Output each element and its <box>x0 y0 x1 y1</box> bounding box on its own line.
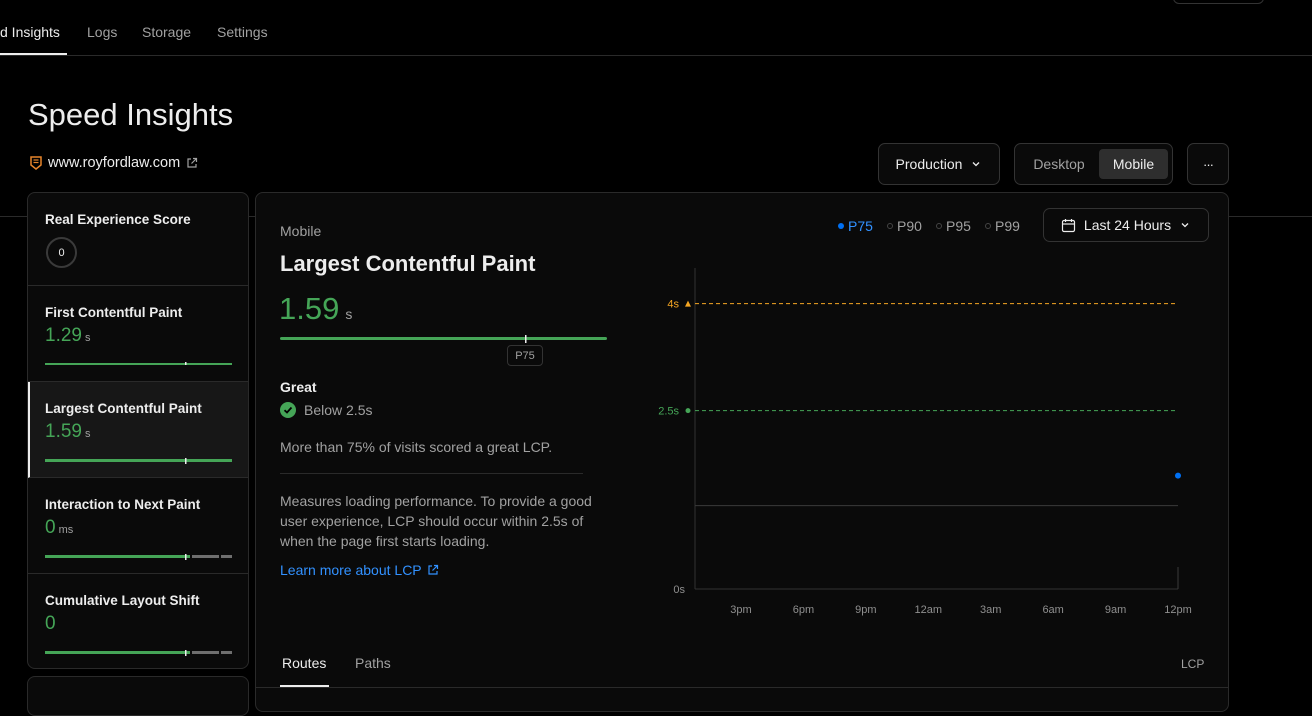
p75-dot-icon <box>838 223 844 229</box>
p99-dot-icon <box>985 223 991 229</box>
metric-name: First Contentful Paint <box>45 305 183 320</box>
percentile-label: P90 <box>897 218 922 234</box>
more-icon: ··· <box>1203 156 1214 172</box>
detail-description: Measures loading performance. To provide… <box>280 493 592 549</box>
metric-bar <box>45 650 232 656</box>
percentile-label: P75 <box>848 218 873 234</box>
res-score-value: 0 <box>58 246 65 259</box>
top-right-button[interactable] <box>1173 0 1264 4</box>
detail-rating: Great <box>280 379 317 395</box>
y-tick-label: 0s <box>673 584 685 596</box>
lcp-timeseries-chart: 0s 4s 2.5s 3pm 6pm 9pm 12am 3am 6am 9am 12pm <box>658 268 1192 616</box>
detail-metric-title: Largest Contentful Paint <box>280 251 536 276</box>
device-desktop-button[interactable]: Desktop <box>1021 149 1097 179</box>
x-tick-label: 3am <box>980 604 1001 616</box>
detail-device: Mobile <box>280 223 322 239</box>
tab-storage[interactable]: Storage <box>142 24 191 40</box>
metric-lcp[interactable]: Largest Contentful Paint 1.59 s <box>28 382 248 478</box>
date-range-select[interactable]: Last 24 Hours <box>1043 208 1209 242</box>
p95-dot-icon <box>936 223 942 229</box>
metric-value: 0 <box>45 613 56 634</box>
sidebar-secondary-card <box>27 676 249 716</box>
site-link[interactable]: www.royfordlaw.com <box>30 155 198 171</box>
metric-name: Interaction to Next Paint <box>45 497 201 512</box>
external-link-icon <box>428 564 438 575</box>
x-tick-label: 12pm <box>1164 604 1192 616</box>
threshold-marker <box>685 408 691 414</box>
p75-marker-label: P75 <box>515 349 535 362</box>
threshold-label: 2.5s <box>658 406 679 418</box>
active-tab-indicator <box>0 53 67 55</box>
metric-bar <box>45 554 232 560</box>
routes-metric-label: LCP <box>1181 657 1205 671</box>
percentile-p75[interactable]: P75 <box>838 218 873 234</box>
metric-unit: s <box>84 428 91 440</box>
x-tick-label: 6am <box>1042 604 1063 616</box>
metric-unit: ms <box>58 524 74 536</box>
res-card[interactable]: Real Experience Score 0 <box>28 193 248 286</box>
metric-name: Largest Contentful Paint <box>45 401 202 416</box>
metric-cls[interactable]: Cumulative Layout Shift 0 <box>28 574 248 668</box>
detail-summary: More than 75% of visits scored a great L… <box>280 439 553 455</box>
more-options-button[interactable]: ··· <box>1187 143 1229 185</box>
chevron-down-icon <box>1181 223 1189 228</box>
device-toggle: Desktop Mobile <box>1014 143 1173 185</box>
percentile-label: P95 <box>946 218 971 234</box>
detail-unit: s <box>345 306 353 322</box>
res-score-ring: 0 <box>46 237 77 268</box>
metric-value: 0 ms <box>45 517 74 538</box>
x-tick-label: 6pm <box>793 604 814 616</box>
calendar-icon <box>1061 218 1076 232</box>
detail-divider <box>280 473 583 474</box>
learn-more-link[interactable]: Learn more about LCP <box>280 562 439 578</box>
metric-name: Cumulative Layout Shift <box>45 593 200 608</box>
top-nav: d Insights Logs Storage Settings <box>0 0 1312 56</box>
x-tick-label: 3pm <box>730 604 751 616</box>
tab-paths[interactable]: Paths <box>355 655 391 671</box>
metric-value: 1.29 s <box>45 325 91 346</box>
res-label: Real Experience Score <box>45 212 191 227</box>
p90-dot-icon <box>887 223 893 229</box>
threshold-marker <box>685 300 691 307</box>
environment-select[interactable]: Production <box>878 143 1000 185</box>
metric-unit: s <box>84 332 91 344</box>
routes-table-divider <box>256 687 1228 688</box>
site-favicon-icon <box>30 156 42 170</box>
x-tick-label: 12am <box>915 604 943 616</box>
metric-fcp[interactable]: First Contentful Paint 1.29 s <box>28 286 248 382</box>
p75-marker: P75 <box>507 345 543 366</box>
learn-more-label: Learn more about LCP <box>280 562 422 578</box>
external-link-icon <box>187 157 198 168</box>
chevron-down-icon <box>973 162 980 167</box>
x-tick-label: 9pm <box>855 604 876 616</box>
tab-routes[interactable]: Routes <box>282 655 326 671</box>
percentile-p90[interactable]: P90 <box>887 218 922 234</box>
metric-bar <box>45 362 232 365</box>
check-circle-icon <box>280 402 296 418</box>
date-range-value: Last 24 Hours <box>1083 217 1172 233</box>
percentile-label: P99 <box>995 218 1020 234</box>
tab-logs[interactable]: Logs <box>87 24 117 40</box>
detail-score-bar <box>280 335 607 343</box>
x-tick-label: 9am <box>1105 604 1126 616</box>
page-title: Speed Insights <box>28 97 234 132</box>
site-domain[interactable]: www.royfordlaw.com <box>48 155 180 171</box>
tab-settings[interactable]: Settings <box>217 24 268 40</box>
detail-value: 1.59 s <box>279 291 353 326</box>
percentile-p95[interactable]: P95 <box>936 218 971 234</box>
threshold-row: Below 2.5s <box>280 402 372 418</box>
device-mobile-button[interactable]: Mobile <box>1099 149 1168 179</box>
threshold-label: 4s <box>667 299 679 311</box>
metric-value: 1.59 s <box>45 421 91 442</box>
percentile-p99[interactable]: P99 <box>985 218 1020 234</box>
environment-value: Production <box>895 156 963 172</box>
tab-speed-insights[interactable]: d Insights <box>0 24 60 40</box>
metric-inp[interactable]: Interaction to Next Paint 0 ms <box>28 478 248 574</box>
data-point <box>1175 472 1181 479</box>
threshold-text: Below 2.5s <box>304 402 373 418</box>
metrics-sidebar: Real Experience Score 0 First Contentful… <box>27 192 249 669</box>
metric-bar <box>45 458 232 464</box>
